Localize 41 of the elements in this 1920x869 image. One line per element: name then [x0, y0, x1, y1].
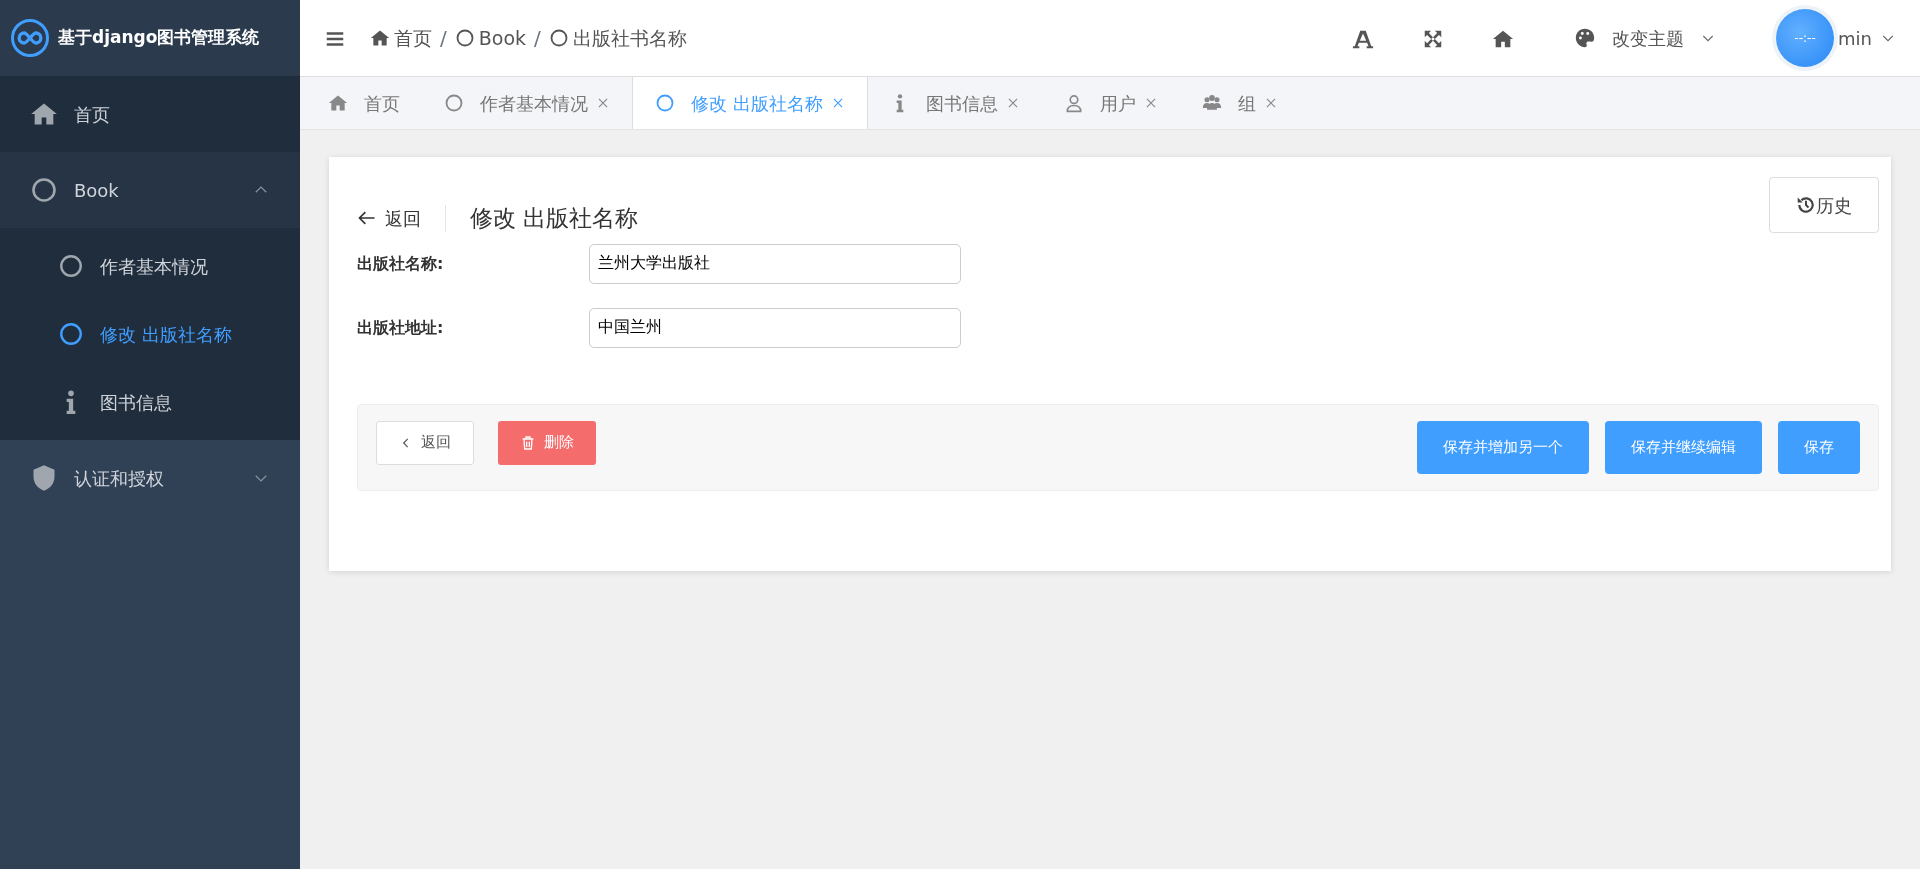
tab[interactable]: 组	[1179, 77, 1300, 129]
circle-icon	[655, 93, 675, 113]
tab[interactable]: 首页	[300, 77, 422, 129]
circle-icon	[444, 93, 464, 113]
breadcrumb-link[interactable]: 首页	[370, 23, 432, 53]
home-icon	[328, 93, 348, 113]
field-label: 出版社名称:	[357, 252, 445, 275]
sidebar-item[interactable]: 修改 出版社名称	[0, 300, 300, 368]
input-field[interactable]: 兰州大学出版社	[589, 243, 961, 284]
circle-icon	[548, 28, 569, 48]
breadcrumb-separator: /	[440, 25, 447, 52]
breadcrumb-link[interactable]: 出版社书名称	[548, 23, 687, 53]
sidebar-item[interactable]: Book	[0, 152, 300, 228]
page-title: 修改 出版社名称	[470, 204, 639, 233]
circle-icon	[58, 321, 84, 347]
history-button[interactable]: 历史	[1769, 177, 1879, 233]
circle-icon	[30, 176, 58, 204]
user-dropdown[interactable]: min	[1838, 24, 1896, 52]
circle-icon	[58, 253, 84, 279]
back-button[interactable]: 返回	[376, 420, 474, 465]
tab[interactable]: 作者基本情况	[422, 77, 632, 129]
breadcrumb-link[interactable]: Book	[454, 23, 527, 53]
circle-icon	[454, 28, 475, 48]
sidebar-item[interactable]: 图书信息	[0, 368, 300, 436]
tab[interactable]: 用户	[1041, 77, 1180, 129]
back-link[interactable]: 返回	[357, 204, 446, 232]
trash-icon	[520, 434, 536, 451]
logo-icon	[10, 18, 50, 58]
app-title: 基于django图书管理系统	[58, 26, 260, 50]
palette-icon	[1574, 27, 1597, 49]
sidebar-item[interactable]: 作者基本情况	[0, 232, 300, 300]
history-icon	[1796, 195, 1816, 215]
field-label: 出版社地址:	[357, 316, 445, 339]
sidebar-item[interactable]: 首页	[0, 76, 300, 152]
home-icon	[370, 28, 390, 48]
close-icon[interactable]	[596, 96, 610, 110]
tab[interactable]: 图书信息	[867, 77, 1042, 129]
input-field[interactable]: 中国兰州	[589, 307, 961, 348]
theme-dropdown[interactable]: 改变主题	[1562, 18, 1729, 58]
users-icon	[1201, 93, 1222, 113]
breadcrumb-separator: /	[534, 25, 541, 52]
